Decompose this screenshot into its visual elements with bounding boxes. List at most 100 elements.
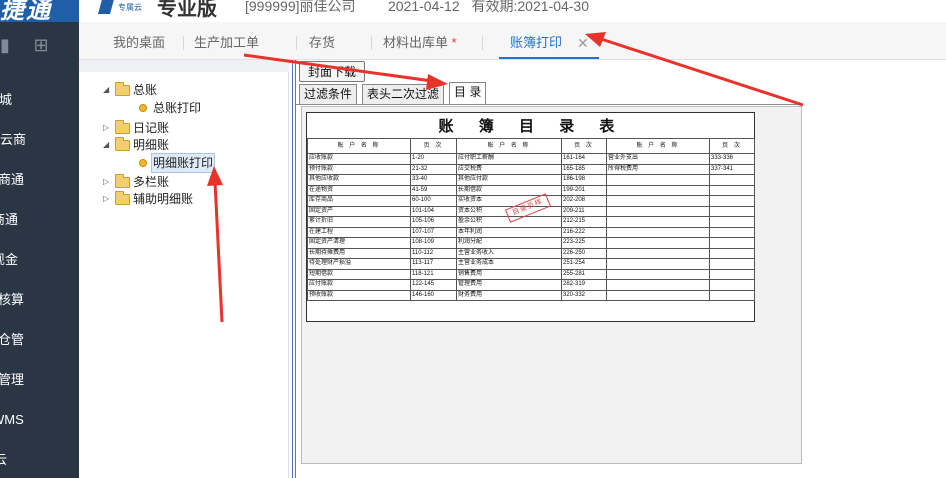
- table-row: 长期待摊费用 110-112 主营业务收入 226-250: [307, 247, 755, 259]
- table-cell: [606, 174, 710, 186]
- table-cell: 333-336: [709, 153, 755, 165]
- nav-item-6[interactable]: 仓管: [0, 328, 77, 352]
- table-cell: 60-100: [410, 195, 457, 207]
- table-row: 预收账款 146-160 财务费用 320-332: [307, 289, 755, 301]
- tree-node-label: 辅助明细账: [133, 192, 194, 206]
- column-header: 账 户 名 称: [456, 138, 562, 154]
- nav-item-7[interactable]: 管理: [0, 368, 77, 392]
- add-tab-icon[interactable]: ⊞: [30, 34, 52, 56]
- table-row: 在建工程 107-107 本年利润 216-222: [307, 226, 755, 238]
- tab-inventory[interactable]: 存货: [309, 32, 335, 54]
- nav-item-0[interactable]: 商城: [0, 88, 65, 112]
- table-row: 待处理财产损溢 113-117 主营业务成本 251-254: [307, 258, 755, 270]
- top-header: 捷通 专属云 专业版 [999999]丽佳公司 2021-04-12 有效期:2…: [0, 0, 946, 22]
- table-cell: [709, 184, 755, 196]
- subtab-header-refilter[interactable]: 表头二次过滤: [362, 84, 445, 104]
- table-row: 应付账款 122-145 管理费用 282-319: [307, 279, 755, 291]
- nav-item-3[interactable]: 商通: [0, 208, 71, 232]
- table-cell: [709, 174, 755, 186]
- collapse-icon[interactable]: ▮: [0, 34, 16, 56]
- table-cell: [709, 216, 755, 228]
- folder-icon: [115, 120, 130, 134]
- brand-subtitle: 专属云: [118, 3, 142, 12]
- table-cell: [709, 226, 755, 238]
- splitter-line[interactable]: [292, 60, 293, 478]
- nav-item-5[interactable]: 核算: [0, 288, 77, 312]
- collapsed-toggle-icon[interactable]: ▷: [103, 190, 113, 208]
- table-cell: 应交税费: [456, 163, 562, 175]
- table-cell: 在途物资: [307, 184, 411, 196]
- table-cell: 1-20: [410, 153, 457, 165]
- table-cell: 110-112: [410, 247, 457, 259]
- table-row: 短期借款 118-121 销售费用 255-281: [307, 268, 755, 280]
- ledger-directory-sheet: 账 簿 目 录 表 账 户 名 称页 次账 户 名 称页 次账 户 名 称页 次…: [306, 112, 755, 322]
- tree-node-label: 总账打印: [153, 101, 202, 115]
- column-header: 页 次: [709, 138, 755, 154]
- table-cell: 本年利润: [456, 226, 562, 238]
- table-cell: 待处理财产损溢: [307, 258, 411, 270]
- table-cell: 202-208: [561, 195, 607, 207]
- tab-label: 材料出库单: [383, 35, 449, 50]
- table-cell: [606, 216, 710, 228]
- print-preview-area: 账 簿 目 录 表 账 户 名 称页 次账 户 名 称页 次账 户 名 称页 次…: [301, 106, 802, 464]
- cover-download-button[interactable]: 封面下载: [299, 61, 365, 82]
- table-cell: 所得税费用: [606, 163, 710, 175]
- table-header-row: 账 户 名 称页 次账 户 名 称页 次账 户 名 称页 次: [307, 138, 755, 154]
- table-cell: [606, 279, 710, 291]
- tab-ledger-print[interactable]: 账簿打印: [510, 32, 562, 54]
- table-cell: 209-211: [561, 205, 607, 217]
- folder-icon: [115, 191, 130, 205]
- splitter-line: [295, 60, 296, 478]
- logo-text: 捷通: [0, 0, 52, 22]
- tab-production-order[interactable]: 生产加工单: [194, 32, 259, 54]
- table-cell: 管理费用: [456, 279, 562, 291]
- table-cell: 主营业务收入: [456, 247, 562, 259]
- tab-my-desktop[interactable]: 我的桌面: [113, 32, 165, 54]
- table-cell: 216-222: [561, 226, 607, 238]
- collapsed-toggle-icon[interactable]: ▷: [103, 173, 113, 191]
- ledger-tree-panel: ◢ 总账 总账打印 ▷ 日记账 ◢ 明细账 明细账打印 ▷ 多栏账 ▷ 辅助明细…: [79, 60, 289, 478]
- table-cell: [606, 184, 710, 196]
- table-cell: 利润分配: [456, 237, 562, 249]
- directory-table-wrap: 账 户 名 称页 次账 户 名 称页 次账 户 名 称页 次 应收账款 1-20 应…: [307, 138, 755, 301]
- print-content-panel: 封面下载 过滤条件 表头二次过滤 目 录 账 簿 目 录 表 账 户 名 称页 …: [289, 60, 946, 478]
- tree-node-label-selected: 明细账打印: [151, 153, 216, 173]
- table-cell: 财务费用: [456, 289, 562, 301]
- table-row: 其他应收款 33-40 其他应付款 186-198: [307, 174, 755, 186]
- nav-item-2[interactable]: 商通: [0, 168, 77, 192]
- nav-item-9[interactable]: 云: [0, 448, 73, 472]
- close-tab-icon[interactable]: ✕: [577, 32, 589, 54]
- table-cell: 105-106: [410, 216, 457, 228]
- subtab-baseline: [296, 104, 802, 105]
- table-cell: [709, 289, 755, 301]
- left-nav: ▮ ⊞ 商城 云商 商通 商通 现金 核算 仓管 管理 WMS 云: [0, 22, 79, 478]
- table-cell: [709, 237, 755, 249]
- subtab-filter-conditions[interactable]: 过滤条件: [299, 84, 358, 104]
- table-cell: 预付账款: [307, 163, 411, 175]
- table-cell: 其他应付款: [456, 174, 562, 186]
- table-cell: [606, 205, 710, 217]
- subtab-directory[interactable]: 目 录: [449, 82, 487, 105]
- collapsed-toggle-icon[interactable]: ▷: [103, 119, 113, 137]
- nav-item-8[interactable]: WMS: [0, 408, 71, 432]
- expanded-toggle-icon[interactable]: ◢: [103, 81, 113, 99]
- table-cell: [606, 237, 710, 249]
- nav-item-4[interactable]: 现金: [0, 248, 71, 272]
- tab-material-issue[interactable]: 材料出库单 *: [383, 32, 457, 54]
- table-cell: 165-185: [561, 163, 607, 175]
- table-cell: 固定资产清理: [307, 237, 411, 249]
- directory-table: 账 户 名 称页 次账 户 名 称页 次账 户 名 称页 次 应收账款 1-20 应…: [307, 138, 755, 301]
- table-cell: 122-145: [410, 279, 457, 291]
- table-row: 固定资产清理 108-109 利润分配 223-225: [307, 237, 755, 249]
- expanded-toggle-icon[interactable]: ◢: [103, 136, 113, 154]
- table-cell: 255-281: [561, 268, 607, 280]
- table-cell: 186-198: [561, 174, 607, 186]
- table-cell: [709, 258, 755, 270]
- folder-icon: [115, 82, 130, 96]
- app-root: 捷通 专属云 专业版 [999999]丽佳公司 2021-04-12 有效期:2…: [0, 0, 946, 478]
- nav-item-1[interactable]: 云商: [0, 128, 79, 152]
- table-row: 应收账款 1-20 应付职工薪酬 161-164 营业外支出 333-336: [307, 153, 755, 165]
- unsaved-indicator: *: [451, 35, 457, 50]
- folder-icon: [115, 174, 130, 188]
- table-cell: [606, 289, 710, 301]
